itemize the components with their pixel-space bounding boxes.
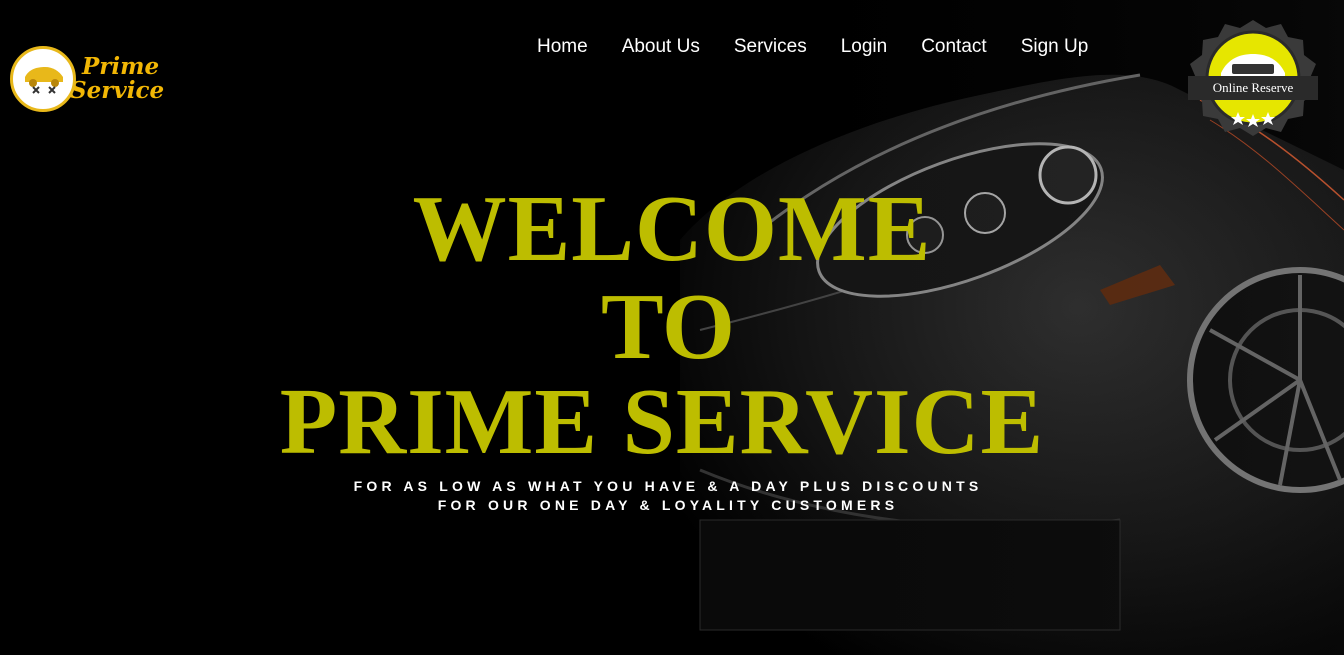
badge-seal-icon (1188, 20, 1318, 136)
nav-home[interactable]: Home (537, 36, 588, 58)
main-nav: Home About Us Services Login Contact Sig… (520, 36, 1105, 58)
hero-title-line-2: TO (600, 275, 736, 379)
hero-title-line-1: WELCOME (412, 177, 932, 281)
online-reserve-badge[interactable]: Online Reserve (1186, 18, 1320, 138)
reserve-label: Online Reserve (1212, 80, 1294, 95)
brand-logo[interactable]: Prime Service (10, 46, 164, 112)
brand-line-1: Prime (82, 53, 160, 80)
brand-line-2: Service (70, 77, 165, 104)
hero-subtitle-line-2: FOR OUR ONE DAY & LOYALITY CUSTOMERS (437, 497, 899, 513)
brand-name: Prime Service (70, 53, 164, 103)
hero-subtitle-line-1: FOR AS LOW AS WHAT YOU HAVE & A DAY PLUS… (353, 478, 983, 494)
nav-contact[interactable]: Contact (921, 36, 986, 58)
nav-login[interactable]: Login (841, 36, 888, 58)
nav-services[interactable]: Services (734, 36, 807, 58)
nav-sign-up[interactable]: Sign Up (1021, 36, 1089, 58)
nav-about-us[interactable]: About Us (622, 36, 700, 58)
hero-title-line-3: PRIME SERVICE (279, 370, 1045, 474)
car-logo-icon (10, 46, 76, 112)
